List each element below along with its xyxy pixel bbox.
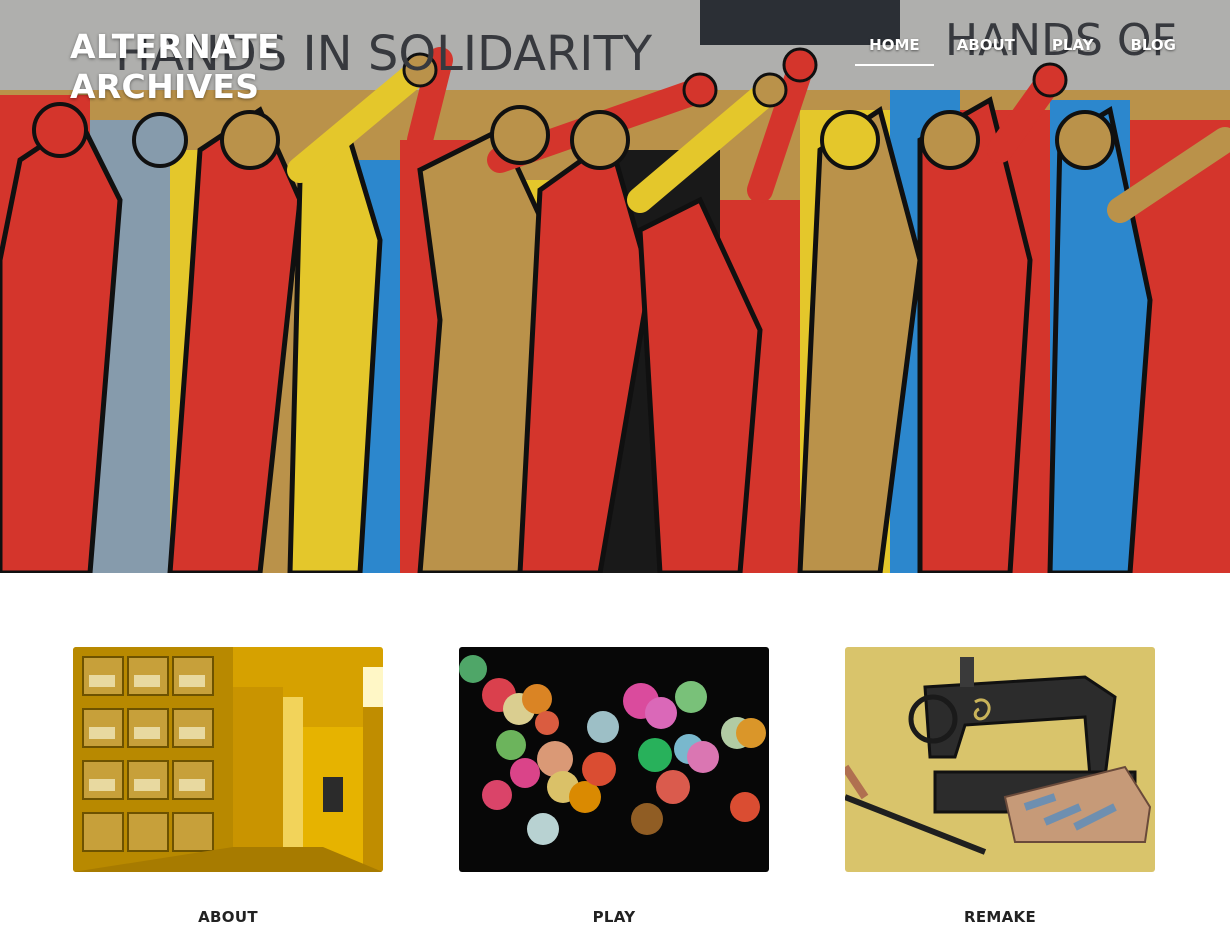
- site-title-line2: ARCHIVES: [70, 67, 260, 106]
- nav-item-blog[interactable]: BLOG: [1116, 36, 1190, 66]
- card-about-label[interactable]: ABOUT: [73, 908, 383, 926]
- card-play-label[interactable]: PLAY: [459, 908, 769, 926]
- bokeh-lights-image[interactable]: [459, 647, 769, 872]
- nav-item-home[interactable]: HOME: [855, 36, 935, 66]
- hero-banner: HANDS IN SOLIDARITY HANDS OF ALTERNATE A…: [0, 0, 1230, 573]
- card-remake[interactable]: REMAKE: [845, 647, 1155, 926]
- card-about[interactable]: ABOUT: [73, 647, 383, 926]
- site-title-line1: ALTERNATE: [70, 27, 280, 66]
- site-title[interactable]: ALTERNATE ARCHIVES: [70, 27, 280, 107]
- sewing-machine-image[interactable]: [845, 647, 1155, 872]
- nav-item-play[interactable]: PLAY: [1038, 36, 1108, 66]
- card-remake-label[interactable]: REMAKE: [845, 908, 1155, 926]
- card-play[interactable]: PLAY: [459, 647, 769, 926]
- nav-item-about[interactable]: ABOUT: [943, 36, 1029, 66]
- archive-shelves-image[interactable]: [73, 647, 383, 872]
- main-nav: HOME ABOUT PLAY BLOG: [846, 36, 1190, 66]
